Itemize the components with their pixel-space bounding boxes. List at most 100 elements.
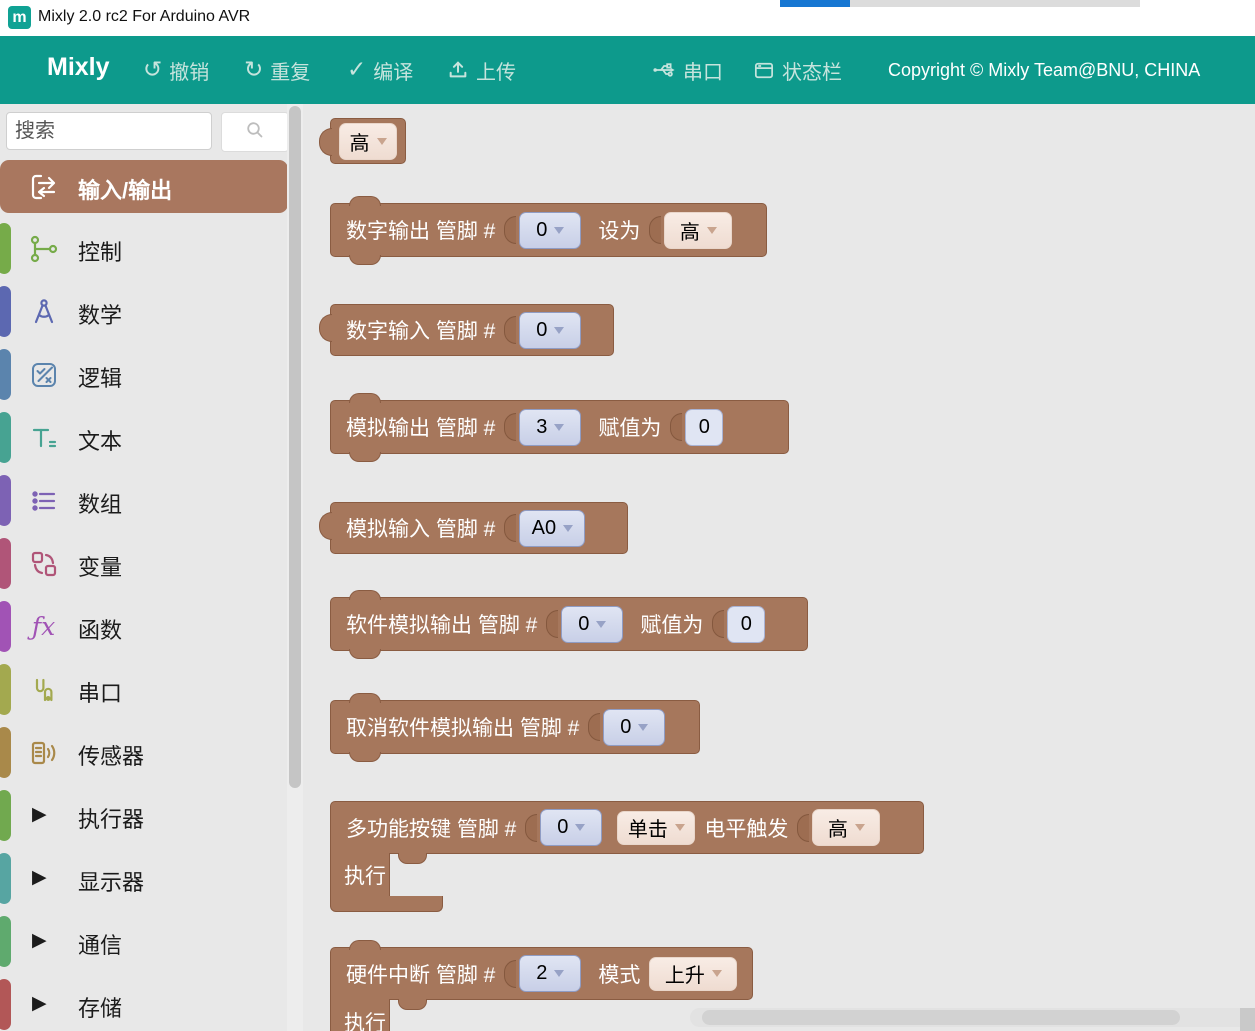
do-label-spine: 执行 [330, 999, 390, 1031]
mixly-app-window: m Mixly 2.0 rc2 For Arduino AVR Mixly ↺ … [0, 0, 1255, 1031]
category-color-bar [0, 601, 11, 652]
sidebar-item-variable[interactable]: 变量 [0, 537, 288, 590]
copyright-text: Copyright © Mixly Team@BNU, CHINA [888, 36, 1200, 104]
sidebar-item-inout[interactable]: 输入/输出 [0, 160, 288, 213]
sidebar-item-sensor[interactable]: 传感器 [0, 726, 288, 779]
text-icon [27, 421, 60, 454]
sidebar-item-function[interactable]: ƒx 函数 [0, 600, 288, 653]
category-color-bar [0, 286, 11, 337]
input-socket [504, 316, 516, 344]
sidebar-item-text[interactable]: 文本 [0, 411, 288, 464]
category-color-bar [0, 916, 11, 967]
category-color-bar [0, 979, 11, 1030]
click-mode-dropdown[interactable]: 单击 [617, 811, 695, 845]
sidebar-item-actuator[interactable]: ▶ 执行器 [0, 789, 288, 842]
sidebar-item-display[interactable]: ▶ 显示器 [0, 852, 288, 905]
sidebar-item-communication[interactable]: ▶ 通信 [0, 915, 288, 968]
input-socket [588, 713, 600, 741]
pin-dropdown[interactable]: 3 [519, 409, 581, 446]
search-input[interactable] [6, 112, 212, 150]
input-socket [504, 514, 516, 542]
block-high-value[interactable]: 高 [330, 118, 406, 164]
statusbar-toggle-button[interactable]: 状态栏 [752, 36, 842, 104]
value-number-field[interactable]: 0 [727, 606, 765, 643]
block-analog-write[interactable]: 模拟输出 管脚 # 3 赋值为 0 [330, 400, 789, 454]
category-color-bar [0, 475, 11, 526]
interrupt-mode-dropdown[interactable]: 上升 [649, 957, 737, 991]
input-socket [670, 413, 682, 441]
check-icon: ✓ [347, 59, 366, 82]
sidebar-item-array[interactable]: 数组 [0, 474, 288, 527]
dropdown-arrow-icon [563, 525, 573, 532]
dropdown-arrow-icon [712, 970, 722, 977]
statement-slot-notch [398, 999, 427, 1010]
undo-icon: ↺ [143, 59, 162, 82]
search-button[interactable] [221, 112, 289, 152]
block-multifunction-button[interactable]: 多功能按键 管脚 # 0 单击 电平触发 高 执行 [330, 801, 924, 913]
level-dropdown[interactable]: 高 [339, 123, 397, 160]
upload-icon [447, 59, 469, 81]
dropdown-arrow-icon [707, 227, 717, 234]
variable-swap-icon [27, 547, 60, 580]
scrollbar-corner [1240, 1008, 1255, 1031]
input-socket [649, 216, 661, 244]
dropdown-arrow-icon [855, 824, 865, 831]
input-output-icon [27, 170, 60, 203]
dropdown-arrow-icon [596, 621, 606, 628]
dropdown-arrow-icon [638, 724, 648, 731]
category-color-bar [0, 538, 11, 589]
sidebar-item-storage[interactable]: ▶ 存储 [0, 978, 288, 1031]
sidebar-item-logic[interactable]: 逻辑 [0, 348, 288, 401]
progress-bar-filled [780, 0, 850, 7]
pin-dropdown[interactable]: 0 [561, 606, 623, 643]
pin-dropdown[interactable]: A0 [519, 510, 585, 547]
block-workspace-canvas[interactable]: 高 数字输出 管脚 # 0 设为 高 数字输入 管脚 # 0 [303, 104, 1255, 1031]
dropdown-arrow-icon [554, 970, 564, 977]
math-compass-icon [27, 295, 60, 328]
pin-dropdown[interactable]: 0 [519, 212, 581, 249]
pin-dropdown[interactable]: 0 [540, 809, 602, 846]
pin-dropdown[interactable]: 0 [603, 709, 665, 746]
block-digital-write[interactable]: 数字输出 管脚 # 0 设为 高 [330, 203, 767, 257]
category-color-bar [0, 412, 11, 463]
serial-monitor-button[interactable]: 串口 [652, 36, 723, 104]
input-socket [525, 814, 537, 842]
level-dropdown[interactable]: 高 [664, 212, 732, 249]
logic-checkbox-icon [27, 358, 60, 391]
level-dropdown[interactable]: 高 [812, 809, 880, 846]
control-icon [27, 232, 60, 265]
input-socket [504, 413, 516, 441]
sidebar-item-math[interactable]: 数学 [0, 285, 288, 338]
window-title: Mixly 2.0 rc2 For Arduino AVR [38, 8, 250, 26]
input-socket [546, 610, 558, 638]
do-label-spine: 执行 [330, 853, 390, 897]
pin-dropdown[interactable]: 0 [519, 312, 581, 349]
sidebar-item-serial[interactable]: 串口 [0, 663, 288, 716]
dropdown-arrow-icon [554, 227, 564, 234]
block-digital-read[interactable]: 数字输入 管脚 # 0 [330, 304, 614, 356]
block-bottom-bar [330, 896, 443, 912]
usb-icon [652, 58, 676, 82]
block-cancel-soft-analog-write[interactable]: 取消软件模拟输出 管脚 # 0 [330, 700, 700, 754]
mixly-menu-button[interactable]: Mixly [47, 53, 110, 82]
dropdown-arrow-icon [575, 824, 585, 831]
input-socket [504, 960, 516, 988]
titlebar: m Mixly 2.0 rc2 For Arduino AVR [0, 0, 1255, 36]
upload-button[interactable]: 上传 [447, 36, 516, 104]
category-color-bar [0, 664, 11, 715]
block-analog-read[interactable]: 模拟输入 管脚 # A0 [330, 502, 628, 554]
array-list-icon [27, 484, 60, 517]
value-number-field[interactable]: 0 [685, 409, 723, 446]
sidebar-scrollbar-thumb[interactable] [289, 106, 301, 788]
sidebar-item-control[interactable]: 控制 [0, 222, 288, 275]
main-toolbar: Mixly ↺ 撤销 ↻ 重复 ✓ 编译 上传 [0, 36, 1255, 104]
expand-arrow-icon: ▶ [32, 867, 47, 890]
compile-button[interactable]: ✓ 编译 [347, 36, 413, 104]
pin-dropdown[interactable]: 2 [519, 955, 581, 992]
serial-cable-icon [27, 673, 60, 706]
undo-button[interactable]: ↺ 撤销 [143, 36, 209, 104]
block-soft-analog-write[interactable]: 软件模拟输出 管脚 # 0 赋值为 0 [330, 597, 808, 651]
redo-button[interactable]: ↻ 重复 [244, 36, 310, 104]
workspace-hscrollbar-thumb[interactable] [702, 1010, 1180, 1025]
window-icon [752, 59, 775, 82]
